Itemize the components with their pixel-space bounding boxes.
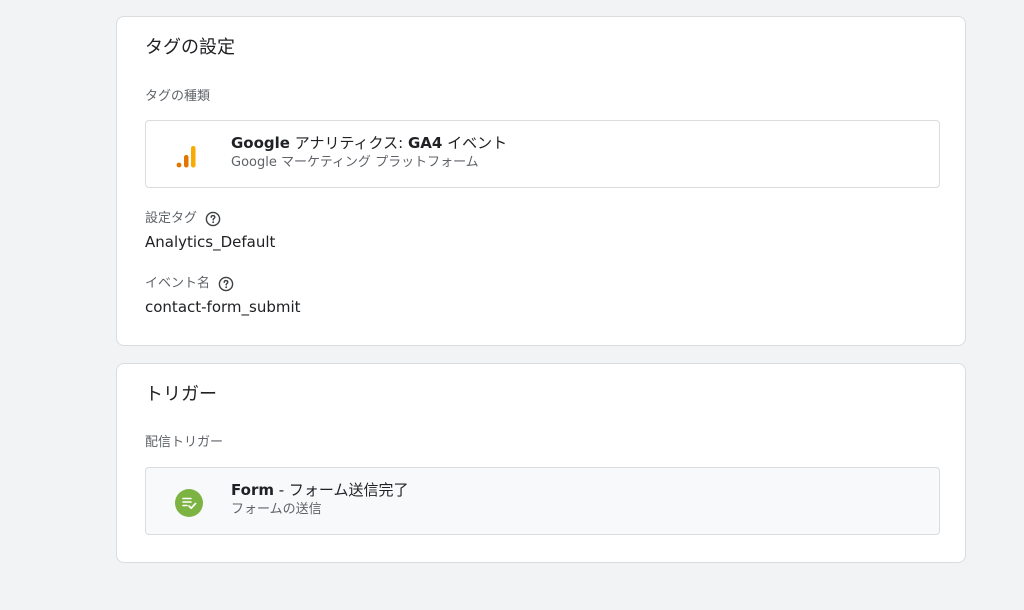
config-tag-label: 設定タグ	[145, 210, 221, 228]
event-name-value: contact-form_submit	[145, 298, 301, 316]
tag-type-selector[interactable]: Google アナリティクス: GA4 イベント Google マーケティング …	[145, 120, 940, 188]
tag-config-card: タグの設定 タグの種類 Google アナリティクス: GA4 イベント Goo…	[116, 16, 966, 346]
card-title: タグの設定	[145, 37, 235, 58]
card-title: トリガー	[145, 384, 217, 405]
tag-type-name: Google アナリティクス: GA4 イベント	[231, 134, 508, 152]
tag-type-subtitle: Google マーケティング プラットフォーム	[231, 155, 479, 170]
ga4-analytics-icon	[176, 146, 196, 168]
tag-type-label: タグの種類	[145, 89, 211, 104]
firing-trigger-label: 配信トリガー	[145, 435, 224, 450]
help-icon[interactable]	[218, 276, 234, 292]
firing-trigger-item[interactable]: Form - フォーム送信完了 フォームの送信	[145, 467, 940, 535]
trigger-name: Form - フォーム送信完了	[231, 481, 409, 499]
trigger-type: フォームの送信	[231, 502, 322, 517]
help-icon[interactable]	[205, 211, 221, 227]
event-name-label: イベント名	[145, 275, 234, 293]
trigger-card: トリガー 配信トリガー Form - フォーム送信完了 フォームの送信	[116, 363, 966, 563]
config-tag-value: Analytics_Default	[145, 233, 276, 251]
form-submit-icon	[175, 489, 203, 517]
